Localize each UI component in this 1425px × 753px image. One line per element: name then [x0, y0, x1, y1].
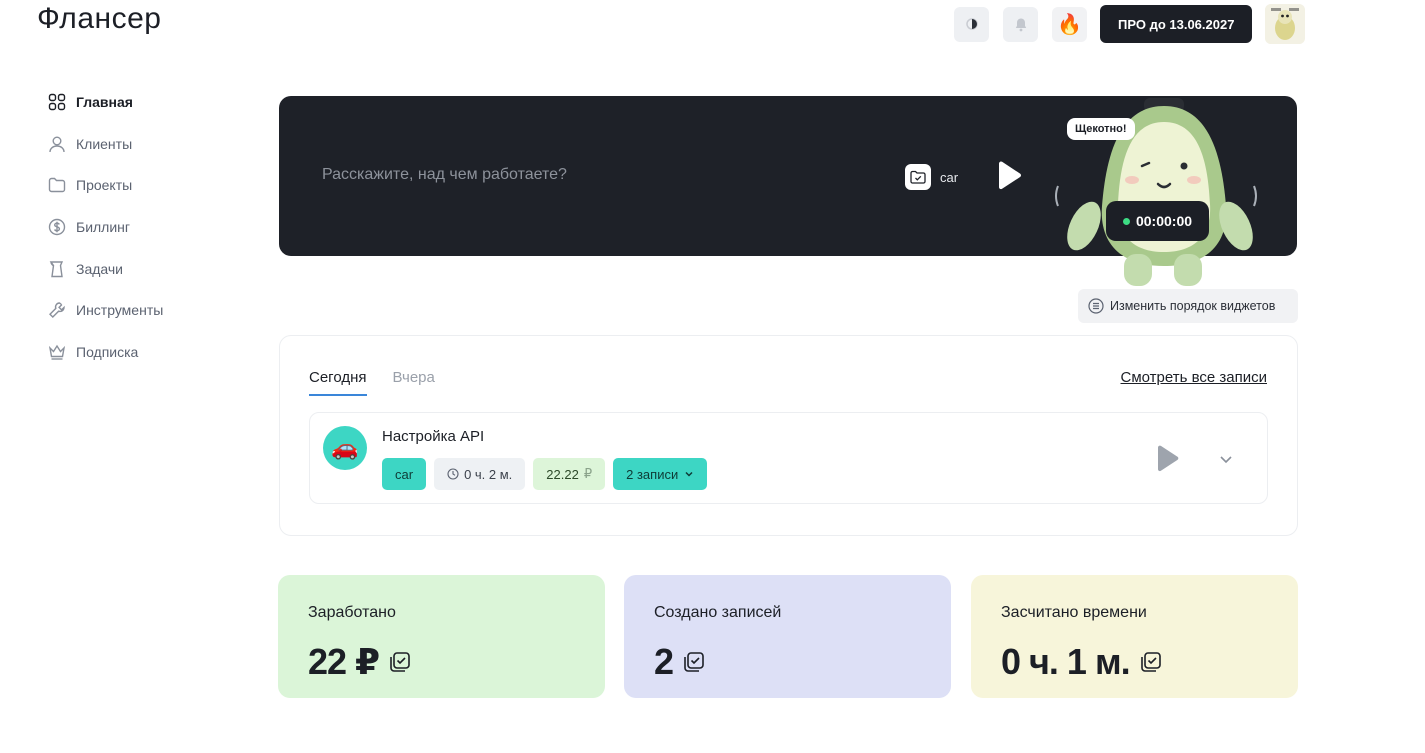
user-icon: [47, 134, 67, 154]
project-tag[interactable]: car: [382, 458, 427, 490]
sidebar-item-label: Подписка: [76, 344, 139, 361]
stat-value: 2: [654, 641, 707, 683]
play-entry-button[interactable]: [1155, 444, 1181, 474]
copy-icon[interactable]: [681, 649, 707, 675]
currency-symbol: ₽: [583, 466, 593, 481]
sidebar-item-clients[interactable]: Клиенты: [47, 134, 163, 154]
sidebar-item-label: Клиенты: [76, 135, 133, 152]
tab-yesterday[interactable]: Вчера: [393, 369, 435, 396]
header-actions: 🔥 ПРО до 13.06.2027: [954, 4, 1306, 44]
sidebar-item-label: Биллинг: [76, 219, 131, 236]
stat-value-text: 22 ₽: [308, 641, 380, 682]
start-timer-button[interactable]: [995, 160, 1023, 192]
sidebar-item-label: Проекты: [76, 177, 133, 194]
chevron-down-icon: [684, 469, 694, 479]
folder-icon: [47, 175, 67, 195]
status-dot: [1122, 217, 1130, 225]
copy-icon[interactable]: [1138, 649, 1164, 675]
entry-tags: car 0 ч. 2 м. 22.22 ₽ 2 записи: [382, 458, 715, 490]
stat-earned: Заработано 22 ₽: [278, 575, 605, 698]
avatar[interactable]: [1265, 4, 1306, 44]
sidebar-nav: Главная Клиенты Проекты Биллинг Задачи И…: [47, 92, 163, 384]
streak-button[interactable]: 🔥: [1052, 6, 1087, 42]
crown-icon: [47, 342, 67, 362]
reorder-widgets-label: Изменить порядок виджетов: [1110, 299, 1276, 313]
stat-time-counted: Засчитано времени 0 ч. 1 м.: [971, 575, 1298, 698]
sidebar-item-tasks[interactable]: Задачи: [47, 259, 163, 279]
task-description-input[interactable]: Расскажите, над чем работаете?: [322, 166, 567, 184]
app-logo[interactable]: Флансер: [37, 2, 161, 36]
car-icon: 🚗: [331, 435, 359, 460]
timer-display: 00:00:00: [1106, 201, 1209, 241]
sidebar-item-billing[interactable]: Биллинг: [47, 217, 163, 237]
stat-label: Заработано: [308, 604, 396, 621]
bell-icon: [1015, 18, 1026, 31]
folder-check-icon: [905, 164, 931, 190]
project-selector[interactable]: car: [905, 162, 958, 192]
amount-value: 22.22: [546, 466, 579, 482]
tab-today[interactable]: Сегодня: [309, 369, 367, 396]
stat-records-created: Создано записей 2: [624, 575, 951, 698]
theme-toggle-button[interactable]: [954, 6, 989, 42]
sidebar-item-label: Задачи: [76, 260, 124, 277]
list-icon: [1088, 298, 1104, 314]
stat-value-text: 2: [654, 641, 674, 682]
duration-tag[interactable]: 0 ч. 2 м.: [434, 458, 526, 490]
stat-value-text: 0 ч. 1 м.: [1001, 641, 1131, 682]
stat-value: 22 ₽: [308, 641, 413, 683]
list-item[interactable]: 🚗 Настройка API car 0 ч. 2 м. 22.22 ₽ 2 …: [309, 412, 1268, 504]
entry-title[interactable]: Настройка API: [382, 428, 484, 445]
records-tabs: Сегодня Вчера: [309, 369, 461, 396]
sidebar-item-projects[interactable]: Проекты: [47, 175, 163, 195]
mascot-speech-bubble: Щекотно!: [1067, 118, 1135, 140]
sidebar-item-tools[interactable]: Инструменты: [47, 300, 163, 320]
reorder-widgets-button[interactable]: Изменить порядок виджетов: [1078, 289, 1298, 323]
project-name: car: [940, 169, 959, 185]
entries-count-label: 2 записи: [626, 466, 679, 482]
copy-icon[interactable]: [387, 649, 413, 675]
pro-subscription-button[interactable]: ПРО до 13.06.2027: [1100, 5, 1253, 43]
duration-value: 0 ч. 2 м.: [464, 466, 513, 482]
wrench-icon: [47, 300, 67, 320]
grid-icon: [47, 92, 67, 112]
records-panel: Сегодня Вчера Смотреть все записи 🚗 Наст…: [279, 335, 1298, 536]
notifications-button[interactable]: [1003, 6, 1038, 42]
clock-icon: [447, 468, 459, 480]
stat-label: Засчитано времени: [1001, 604, 1147, 621]
theme-toggle-icon: [965, 18, 978, 30]
sidebar-item-label: Главная: [76, 94, 133, 110]
timer-value: 00:00:00: [1135, 213, 1193, 229]
entries-count-dropdown[interactable]: 2 записи: [613, 458, 708, 490]
avatar-image: [1265, 4, 1306, 44]
fire-icon: 🔥: [1057, 13, 1082, 36]
sidebar-item-label: Инструменты: [76, 302, 164, 319]
stat-value: 0 ч. 1 м.: [1001, 641, 1164, 683]
scroll-icon: [47, 259, 67, 279]
see-all-records-link[interactable]: Смотреть все записи: [1121, 369, 1267, 386]
sidebar-item-subscription[interactable]: Подписка: [47, 342, 163, 362]
stat-label: Создано записей: [654, 604, 782, 621]
sidebar-item-home[interactable]: Главная: [47, 92, 163, 112]
expand-entry-icon[interactable]: [1218, 451, 1234, 467]
project-avatar: 🚗: [323, 426, 367, 470]
dollar-icon: [47, 217, 67, 237]
amount-tag[interactable]: 22.22 ₽: [533, 458, 606, 490]
